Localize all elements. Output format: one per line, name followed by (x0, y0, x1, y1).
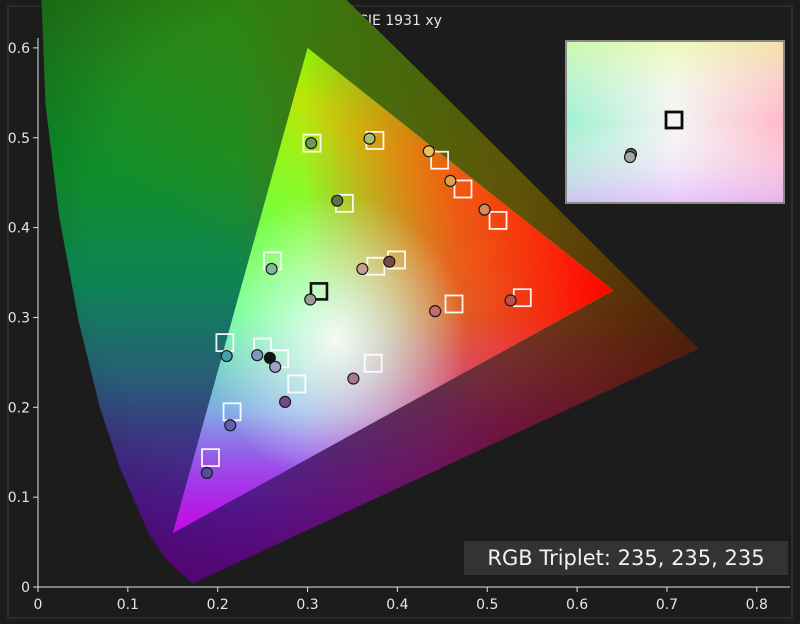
measured-point (200, 466, 214, 479)
measured-point (429, 305, 442, 318)
measured-point (220, 349, 233, 363)
measured-point (265, 262, 278, 276)
x-tick-label: 0 (34, 597, 43, 613)
x-tick-label: 0.2 (207, 597, 229, 613)
rgb-triplet-readout: RGB Triplet: 235, 235, 235 (464, 541, 788, 575)
inset-measured-point (623, 150, 637, 164)
y-tick-label: 0.2 (8, 400, 30, 416)
x-tick-label: 0.8 (746, 597, 768, 613)
measured-point (224, 419, 237, 432)
measured-point (478, 203, 491, 216)
y-ticks: 00.10.20.30.40.50.60.70.8 (8, 41, 38, 596)
rgb-triplet-label: RGB Triplet: 235, 235, 235 (487, 546, 765, 570)
measured-point (304, 293, 317, 306)
y-tick-label: 0.4 (8, 221, 30, 237)
y-tick-label: 0.1 (8, 490, 30, 506)
measured-point (305, 137, 318, 150)
x-ticks: 0 0.1 0.2 0.3 0.4 0.5 0.6 0.7 0.8 (34, 587, 768, 613)
measured-point (356, 262, 369, 276)
y-tick-label: 0 (21, 580, 30, 596)
x-tick-label: 0.7 (656, 597, 678, 613)
measured-point (444, 174, 457, 187)
y-tick-label: 0.5 (8, 131, 30, 147)
measured-point (422, 145, 435, 158)
x-tick-label: 0.4 (386, 597, 408, 613)
x-tick-label: 0.6 (566, 597, 588, 613)
zoom-inset (565, 40, 785, 204)
x-tick-label: 0.5 (476, 597, 498, 613)
cie-chart: CIE 1931 xy 0 0.1 0.2 0.3 0.4 0.5 0.6 0.7 0.8 00… (7, 0, 793, 619)
x-tick-label: 0.3 (296, 597, 318, 613)
measured-point (363, 132, 376, 145)
measured-point (347, 372, 360, 385)
measured-point (383, 255, 396, 268)
measured-point (269, 360, 282, 373)
measured-point (504, 294, 517, 307)
y-tick-label: 0.6 (8, 41, 30, 57)
measured-point (251, 349, 264, 362)
x-tick-label: 0.1 (117, 597, 139, 613)
y-tick-label: 0.3 (8, 310, 30, 326)
measured-point (278, 395, 292, 409)
measured-point (331, 194, 344, 207)
